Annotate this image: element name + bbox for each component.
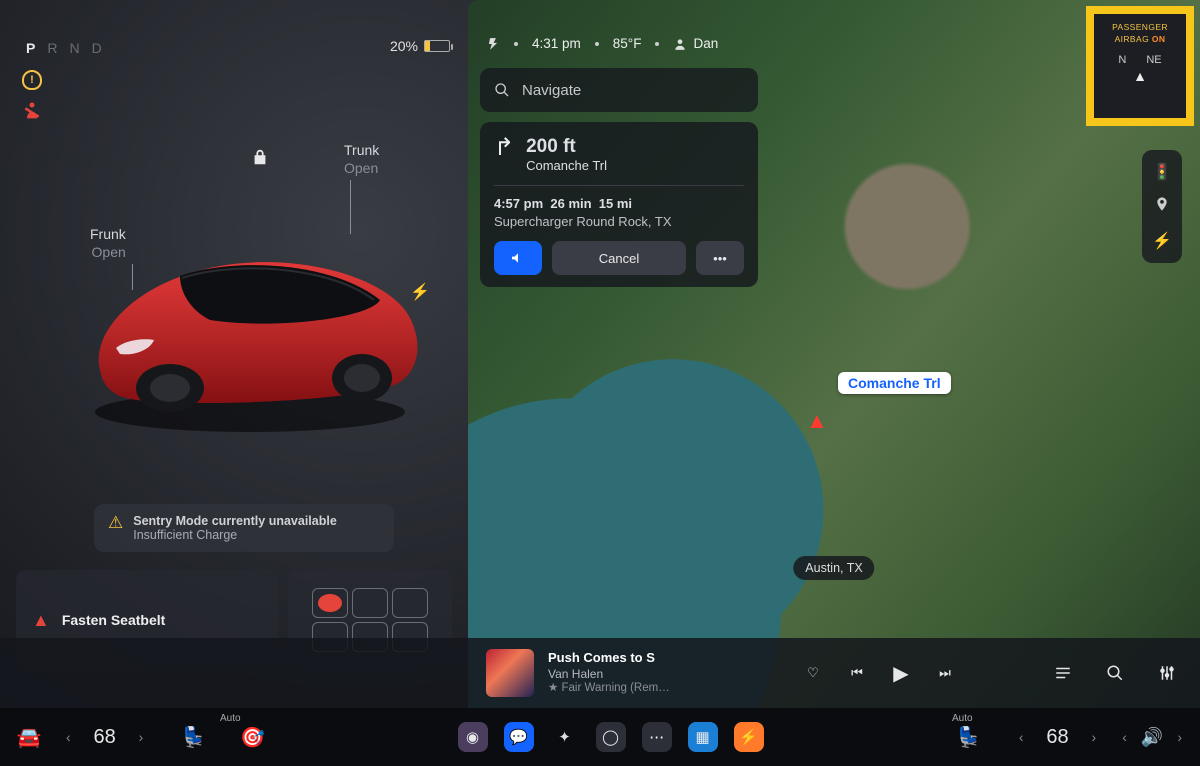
nav-more-button[interactable]: ••• <box>696 241 744 275</box>
steering-heat-icon[interactable]: 🎯 <box>240 725 265 750</box>
map-side-tools: 🚦 ⚡ <box>1142 150 1182 263</box>
traffic-light-icon[interactable]: 🚦 <box>1152 162 1172 182</box>
next-track-button[interactable]: ⏭ <box>930 658 960 688</box>
battery-percent: 20% <box>390 38 418 54</box>
tidal-app-icon[interactable]: ✦ <box>550 722 580 752</box>
battery-icon <box>424 40 450 52</box>
album-art[interactable] <box>486 649 534 697</box>
right-temp-up[interactable]: › <box>1088 729 1101 745</box>
gear-r: R <box>47 40 57 56</box>
nav-voice-button[interactable] <box>494 241 542 275</box>
nav-voice-icon <box>510 250 526 266</box>
outside-temp[interactable]: 85°F <box>613 36 642 51</box>
track-title: Push Comes to S <box>548 650 670 666</box>
street-label: Comanche Trl <box>838 372 951 394</box>
city-label: Austin, TX <box>793 556 874 580</box>
volume-up[interactable]: › <box>1173 729 1186 745</box>
lock-icon[interactable] <box>252 148 268 171</box>
calendar-app-icon[interactable]: ▦ <box>688 722 718 752</box>
equalizer-icon[interactable] <box>1152 658 1182 688</box>
favorite-button[interactable]: ♡ <box>798 658 828 688</box>
messages-app-icon[interactable]: 💬 <box>504 722 534 752</box>
sentry-alert[interactable]: ⚠ Sentry Mode currently unavailable Insu… <box>94 504 394 552</box>
seatbelt-warning-icon[interactable] <box>22 100 42 120</box>
car-controls-icon[interactable]: 🚘 <box>14 722 44 752</box>
play-button[interactable]: ▶ <box>886 658 916 688</box>
cancel-button[interactable]: Cancel <box>552 241 686 275</box>
media-search-icon[interactable] <box>1100 658 1130 688</box>
profile-icon <box>673 37 687 51</box>
turn-arrow-icon: ↱ <box>494 136 514 160</box>
volume-down[interactable]: ‹ <box>1118 729 1131 745</box>
gear-n: N <box>69 40 79 56</box>
right-seat-auto-label: Auto <box>952 713 973 724</box>
supercharger-icon[interactable] <box>486 37 500 51</box>
gear-selector: P R N D <box>26 40 102 56</box>
camera-app-icon[interactable]: ◯ <box>596 722 626 752</box>
tpms-warning-icon[interactable] <box>22 70 42 90</box>
passenger-airbag-indicator: PASSENGER AIRBAG ON NNE ▲ <box>1086 6 1194 126</box>
charger-icon[interactable]: ⚡ <box>1152 231 1172 251</box>
media-bar: Push Comes to S Van Halen ★ Fair Warning… <box>0 638 1200 708</box>
driver-profile[interactable]: Dan <box>673 36 718 51</box>
vehicle-panel: P R N D 20% Trunk Op <box>0 0 468 708</box>
turn-distance: 200 ft <box>526 136 607 158</box>
trunk-control[interactable]: Trunk Open <box>344 142 379 177</box>
warning-triangle-icon: ⚠ <box>108 514 123 531</box>
clock[interactable]: 4:31 pm <box>532 36 581 51</box>
battery-status[interactable]: 20% <box>390 38 450 54</box>
gear-d: D <box>92 40 102 56</box>
eta-row: 4:57 pm 26 min 15 mi <box>494 196 744 211</box>
search-icon <box>494 82 510 98</box>
alert-triangle-icon: ▲ <box>32 610 50 631</box>
left-seat-auto-label: Auto <box>220 713 241 724</box>
sentry-alert-sub: Insufficient Charge <box>133 528 337 542</box>
queue-icon[interactable] <box>1048 658 1078 688</box>
track-album: Fair Warning (Rem… <box>562 682 670 694</box>
map-pin-icon[interactable] <box>1154 196 1170 217</box>
prev-track-button[interactable]: ⏮ <box>842 658 872 688</box>
destination-name: Supercharger Round Rock, TX <box>494 214 744 229</box>
track-artist: Van Halen <box>548 667 670 681</box>
sentry-alert-title: Sentry Mode currently unavailable <box>133 514 337 528</box>
turn-street: Comanche Trl <box>526 158 607 173</box>
navigate-search[interactable]: Navigate <box>480 68 758 112</box>
right-seat-heat-icon[interactable]: 💺 <box>956 725 981 750</box>
left-temp-down[interactable]: ‹ <box>62 729 75 745</box>
compass[interactable]: NNE <box>1100 54 1180 66</box>
vehicle-marker-icon: ▲ <box>806 408 828 434</box>
vehicle-render <box>70 200 430 440</box>
left-seat-heat-icon[interactable]: 💺 <box>181 725 206 750</box>
navigate-placeholder: Navigate <box>522 82 581 99</box>
dashcam-app-icon[interactable]: ◉ <box>458 722 488 752</box>
compass-arrow-icon: ▲ <box>1100 68 1180 84</box>
left-temp-up[interactable]: › <box>135 729 148 745</box>
right-temp[interactable]: 68 <box>1038 726 1078 749</box>
energy-app-icon[interactable]: ⚡ <box>734 722 764 752</box>
volume-icon[interactable]: 🔊 <box>1141 727 1163 748</box>
seatbelt-alert-text: Fasten Seatbelt <box>62 612 165 628</box>
gear-p: P <box>26 40 35 56</box>
left-temp[interactable]: 68 <box>85 726 125 749</box>
navigation-card: ↱ 200 ft Comanche Trl 4:57 pm 26 min 15 … <box>480 122 758 287</box>
dock: 🚘 ‹ 68 › 💺 Auto 🎯 ◉ 💬 ✦ ◯ ⋯ ▦ ⚡ 💺 Auto ‹ <box>0 708 1200 766</box>
right-temp-down[interactable]: ‹ <box>1015 729 1028 745</box>
status-bar: 4:31 pm 85°F Dan <box>486 36 718 51</box>
track-info[interactable]: Push Comes to S Van Halen ★ Fair Warning… <box>548 650 670 696</box>
all-apps-icon[interactable]: ⋯ <box>642 722 672 752</box>
map-panel[interactable]: Comanche Trl ▲ Austin, TX 4:31 pm 85°F D… <box>468 0 1200 708</box>
